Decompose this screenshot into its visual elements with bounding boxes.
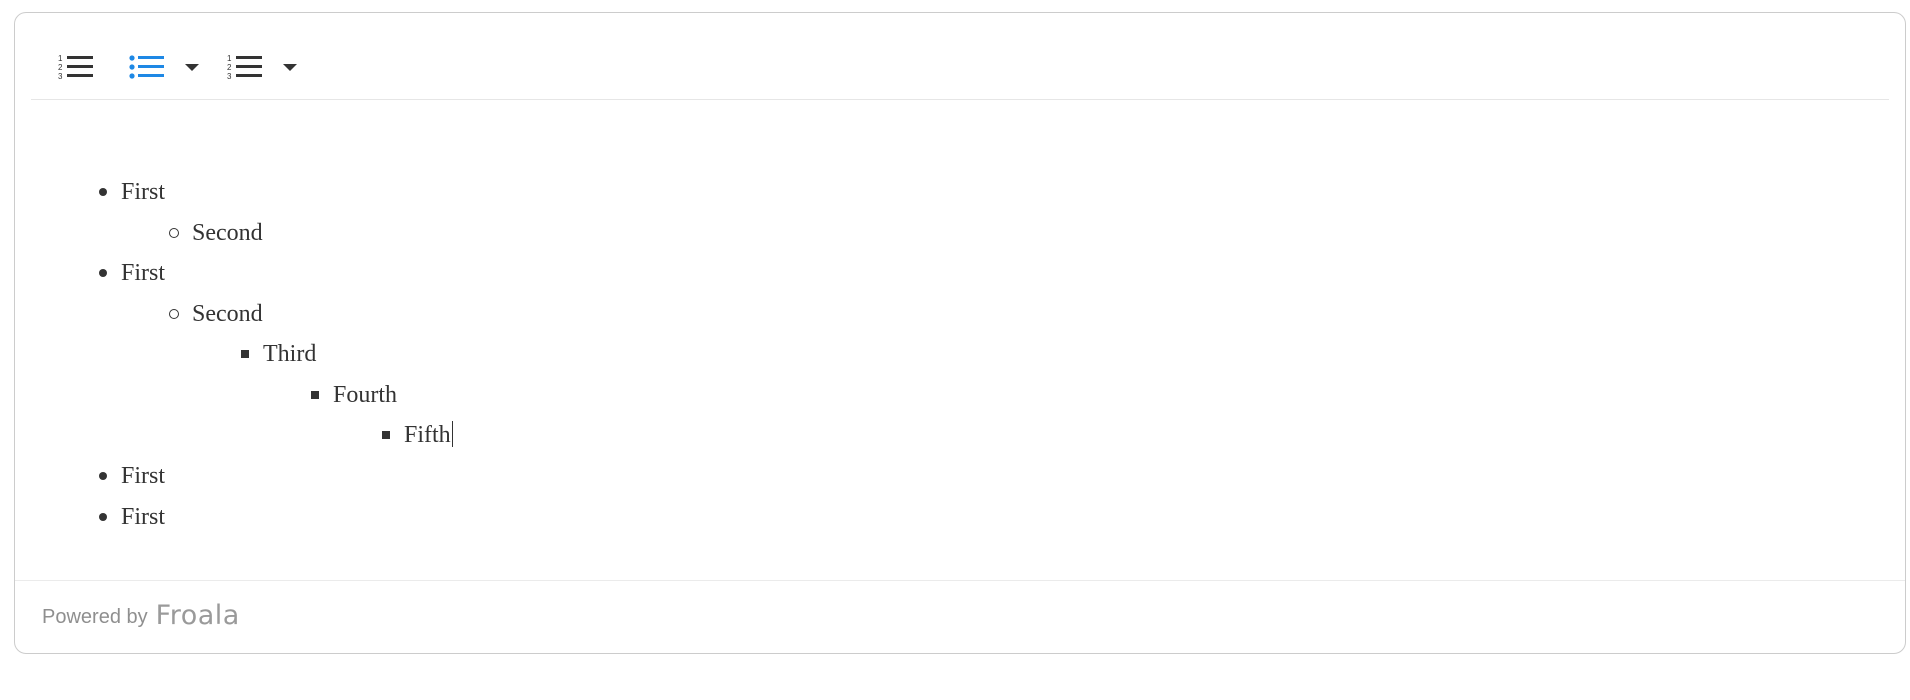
list-item[interactable]: First <box>99 172 166 212</box>
list-item-text: Fifth <box>404 422 451 448</box>
circle-bullet <box>169 228 179 238</box>
disc-bullet <box>99 513 107 521</box>
list-item[interactable]: Second <box>169 294 263 334</box>
chevron-down-icon[interactable] <box>185 63 199 71</box>
text-cursor <box>451 421 453 448</box>
list-item[interactable]: Third <box>241 334 317 374</box>
ordered-list-icon: 1 2 3 <box>227 53 263 81</box>
unordered-list-icon <box>129 53 165 81</box>
disc-bullet <box>99 269 107 277</box>
square-bullet <box>382 431 390 439</box>
list-item-text: First <box>121 260 166 286</box>
disc-bullet <box>99 472 107 480</box>
list-item-text: First <box>121 179 166 205</box>
editor-toolbar: 1 2 3 1 2 3 <box>31 13 1889 100</box>
square-bullet <box>241 350 249 358</box>
editor-content[interactable]: First Second First Second Third Fourth F… <box>15 99 1905 581</box>
powered-by-label: Powered by <box>42 605 148 628</box>
ordered-list-options-button[interactable]: 1 2 3 <box>227 39 307 95</box>
svg-text:1: 1 <box>227 54 232 63</box>
svg-text:2: 2 <box>58 63 63 72</box>
svg-text:1: 1 <box>58 54 63 63</box>
list-item-text: First <box>121 463 166 489</box>
ordered-list-icon: 1 2 3 <box>58 53 94 81</box>
svg-text:3: 3 <box>58 72 63 81</box>
list-item[interactable]: Fifth <box>382 415 453 455</box>
list-item-text: Fourth <box>333 382 398 408</box>
chevron-down-icon[interactable] <box>283 63 297 71</box>
list-item-text: Second <box>192 220 263 246</box>
list-item-text: Second <box>192 301 263 327</box>
list-item[interactable]: First <box>99 253 166 293</box>
unordered-list-button[interactable] <box>129 39 209 95</box>
rich-text-editor: 1 2 3 1 2 3 First Second First Second Th… <box>14 12 1906 654</box>
svg-text:2: 2 <box>227 63 232 72</box>
square-bullet <box>311 391 319 399</box>
froala-logo[interactable]: Froala <box>156 600 240 631</box>
editor-footer: Powered by Froala <box>15 580 1905 653</box>
list-item[interactable]: Fourth <box>311 375 398 415</box>
svg-text:3: 3 <box>227 72 232 81</box>
circle-bullet <box>169 309 179 319</box>
list-item[interactable]: First <box>99 497 166 537</box>
ordered-list-button[interactable]: 1 2 3 <box>47 39 105 95</box>
list-item[interactable]: First <box>99 456 166 496</box>
list-item-text: First <box>121 504 166 530</box>
list-item-text: Third <box>263 341 317 367</box>
disc-bullet <box>99 188 107 196</box>
list-item[interactable]: Second <box>169 213 263 253</box>
